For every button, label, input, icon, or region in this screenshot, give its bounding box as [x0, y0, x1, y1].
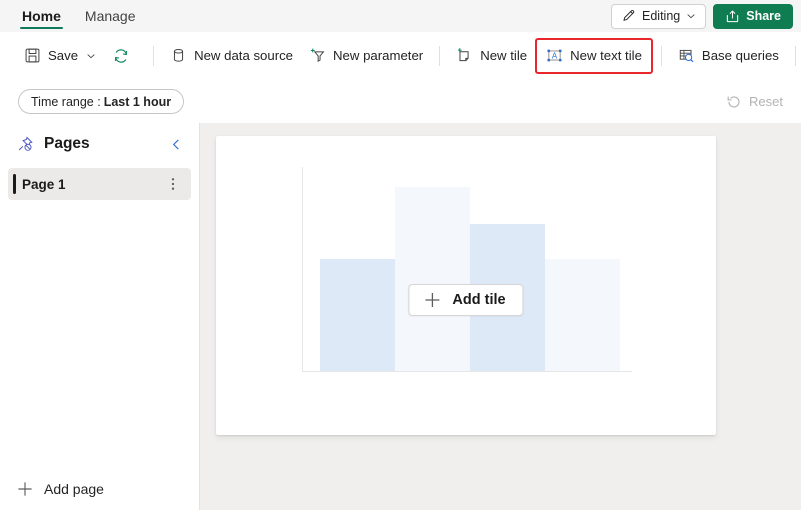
- top-navigation-bar: Home Manage Editing Share: [0, 0, 801, 32]
- base-queries-button[interactable]: Base queries: [670, 41, 787, 71]
- text-tile-icon: A: [546, 47, 563, 64]
- chart-bar: [320, 258, 395, 371]
- new-parameter-label: New parameter: [333, 48, 424, 63]
- share-label: Share: [746, 9, 781, 23]
- chart-bar: [545, 258, 620, 371]
- save-label: Save: [48, 48, 79, 63]
- chart-x-axis: [302, 371, 632, 372]
- collapse-pages-panel-button[interactable]: [165, 133, 187, 155]
- command-separator-3: [660, 45, 662, 66]
- add-page-button[interactable]: Add page: [0, 468, 199, 510]
- dashboard-app: Home Manage Editing Share Save New data …: [0, 0, 801, 510]
- filter-add-icon: [309, 47, 326, 64]
- nav-tab-home-label: Home: [22, 8, 61, 24]
- command-separator-1: [153, 45, 155, 66]
- reset-label: Reset: [749, 94, 783, 109]
- command-separator-2: [439, 45, 441, 66]
- reset-icon: [726, 94, 742, 110]
- page-list-item-label: Page 1: [22, 176, 66, 192]
- page-list: Page 1: [0, 165, 199, 200]
- base-queries-label: Base queries: [701, 48, 779, 63]
- dashboard-canvas-area: Add tile: [200, 123, 801, 510]
- save-icon: [24, 47, 41, 64]
- refresh-icon: [112, 47, 130, 65]
- more-vertical-icon[interactable]: [163, 172, 183, 196]
- time-range-value: Last 1 hour: [103, 94, 172, 109]
- chart-bar: [395, 187, 470, 371]
- new-text-tile-label: New text tile: [570, 48, 642, 63]
- pencil-icon: [621, 9, 636, 24]
- pages-panel-title: Pages: [44, 135, 90, 152]
- placeholder-chart: [302, 167, 632, 372]
- add-tile-button[interactable]: Add tile: [408, 284, 524, 316]
- chart-bars: [320, 167, 620, 371]
- share-button[interactable]: Share: [713, 3, 793, 29]
- editing-mode-label: Editing: [642, 9, 681, 23]
- top-navigation-actions: Editing Share: [611, 0, 793, 32]
- new-parameter-button[interactable]: New parameter: [301, 41, 431, 71]
- new-data-source-button[interactable]: New data source: [162, 41, 301, 71]
- empty-dashboard-card: Add tile: [216, 136, 716, 435]
- plus-icon: [422, 290, 442, 310]
- reset-button[interactable]: Reset: [726, 94, 787, 110]
- add-page-label: Add page: [44, 481, 104, 497]
- share-icon: [725, 9, 740, 24]
- database-icon: [170, 47, 187, 64]
- pages-panel: Pages Page 1 Add page: [0, 123, 200, 510]
- tile-add-icon: [456, 47, 473, 64]
- refresh-button[interactable]: [104, 41, 145, 71]
- svg-text:A: A: [552, 51, 558, 60]
- body-area: Pages Page 1 Add page Add tile: [0, 123, 801, 510]
- pin-off-icon[interactable]: [16, 135, 35, 154]
- new-tile-label: New tile: [480, 48, 528, 63]
- nav-tab-manage[interactable]: Manage: [73, 0, 148, 32]
- chevron-left-icon: [170, 138, 183, 151]
- filter-bar: Time range : Last 1 hour Reset: [0, 80, 801, 123]
- add-tile-label: Add tile: [452, 292, 506, 308]
- chevron-down-icon: [686, 11, 696, 21]
- nav-tab-manage-label: Manage: [84, 8, 136, 24]
- time-range-filter[interactable]: Time range : Last 1 hour: [18, 89, 185, 114]
- chevron-down-icon[interactable]: [86, 51, 96, 61]
- new-text-tile-button[interactable]: A New text tile: [535, 37, 653, 74]
- new-data-source-label: New data source: [194, 48, 294, 63]
- new-tile-button[interactable]: New tile: [448, 41, 535, 71]
- plus-icon: [16, 480, 34, 498]
- nav-tab-home[interactable]: Home: [10, 0, 73, 32]
- page-list-item[interactable]: Page 1: [8, 168, 191, 200]
- save-button[interactable]: Save: [16, 41, 104, 71]
- chart-y-axis: [302, 167, 303, 372]
- command-separator-4: [794, 45, 796, 66]
- editing-mode-button[interactable]: Editing: [611, 3, 707, 29]
- time-range-prefix: Time range :: [31, 94, 101, 109]
- command-bar: Save New data source New parameter New t…: [0, 32, 801, 80]
- base-queries-icon: [678, 47, 695, 64]
- pages-panel-header: Pages: [0, 123, 199, 165]
